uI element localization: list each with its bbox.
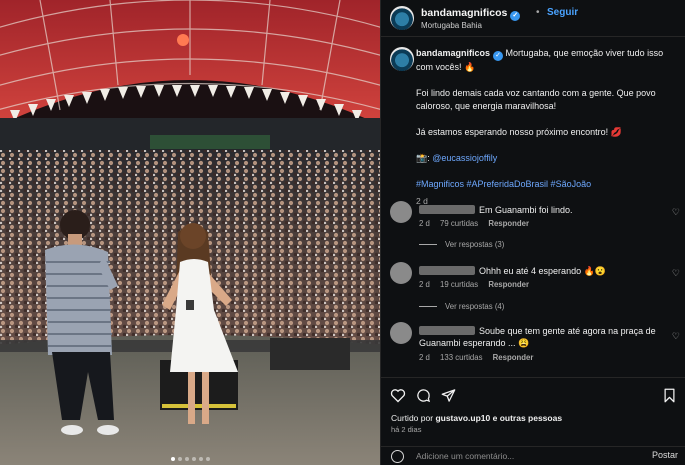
comment-time: 2 d (419, 353, 430, 362)
carousel-dot[interactable] (198, 457, 203, 461)
post-photo[interactable] (0, 0, 380, 465)
reply-button[interactable]: Responder (493, 353, 534, 362)
post-actions: Curtido por gustavo.up10 e outras pessoa… (381, 377, 685, 463)
commenter-username-redacted[interactable] (419, 326, 475, 335)
save-icon[interactable] (663, 388, 676, 403)
commenter-avatar[interactable] (390, 201, 412, 223)
post-timestamp: há 2 dias (391, 425, 422, 434)
carousel-dot[interactable] (205, 457, 210, 461)
account-username[interactable]: bandamagnificos ✓ (421, 7, 521, 21)
view-replies-button[interactable]: Ver respostas (3) (419, 240, 504, 249)
reply-button[interactable]: Responder (488, 219, 529, 228)
photo-credit-link[interactable]: @eucassiojoffily (432, 153, 497, 163)
heart-icon[interactable]: ♡ (672, 331, 680, 342)
carousel-dots (0, 457, 380, 461)
comment-text: Soube que tem gente até agora na praça d… (419, 325, 659, 349)
comment-meta: 2 d 79 curtidas Responder (419, 219, 537, 228)
carousel-dot-active[interactable] (170, 457, 175, 461)
share-icon[interactable] (441, 388, 456, 403)
caption-line-3: Já estamos esperando nosso próximo encon… (416, 127, 622, 137)
commenter-avatar[interactable] (390, 262, 412, 284)
commenter-username-redacted[interactable] (419, 205, 475, 214)
carousel-dot[interactable] (191, 457, 196, 461)
comment-likes[interactable]: 79 curtidas (440, 219, 478, 228)
carousel-dot[interactable] (177, 457, 182, 461)
post-caption: bandamagnificos ✓ Mortugaba, que emoção v… (416, 47, 678, 221)
comment-body: Em Guanambi foi lindo. (479, 205, 573, 215)
heart-icon[interactable] (390, 388, 406, 403)
comment-icon[interactable] (416, 388, 431, 403)
verified-badge-icon: ✓ (493, 51, 504, 61)
comment-meta: 2 d 19 curtidas Responder (419, 280, 537, 289)
emoji-icon[interactable] (391, 450, 404, 463)
concert-photo-illustration (0, 0, 380, 465)
camera-emoji: 📸: (416, 153, 430, 163)
comment-likes[interactable]: 19 curtidas (440, 280, 478, 289)
commenter-avatar[interactable] (390, 322, 412, 344)
comment-text: Ohhh eu até 4 esperando 🔥😮 (419, 265, 659, 277)
caption-avatar[interactable] (390, 47, 414, 71)
comment-time: 2 d (419, 280, 430, 289)
liked-by-text: Curtido por gustavo.up10 e outras pessoa… (391, 413, 562, 423)
heart-icon[interactable]: ♡ (672, 268, 680, 279)
liked-by-user[interactable]: gustavo.up10 (435, 413, 490, 423)
post-header: bandamagnificos ✓ • Seguir Mortugaba Bahi… (381, 0, 685, 37)
caption-line-2: Foi lindo demais cada voz cantando com a… (416, 88, 656, 111)
caption-hashtags[interactable]: #Magnificos #APreferidaDoBrasil #SãoJoão (416, 178, 678, 191)
caption-username[interactable]: bandamagnificos (416, 48, 490, 58)
heart-icon[interactable]: ♡ (672, 207, 680, 218)
post-details-panel: bandamagnificos ✓ • Seguir Mortugaba Bahi… (380, 0, 685, 465)
account-avatar[interactable] (390, 6, 414, 30)
view-replies-button[interactable]: Ver respostas (4) (419, 302, 504, 311)
carousel-dot[interactable] (184, 457, 189, 461)
verified-badge-icon: ✓ (510, 11, 521, 21)
comment-body: Ohhh eu até 4 esperando 🔥😮 (479, 266, 606, 276)
post-location[interactable]: Mortugaba Bahia (421, 21, 482, 30)
add-comment-bar: Postar (381, 446, 685, 465)
separator-dot: • (536, 7, 540, 18)
comment-input[interactable] (416, 449, 626, 463)
comment-text: Em Guanambi foi lindo. (419, 204, 659, 216)
comment-time: 2 d (419, 219, 430, 228)
comment-meta: 2 d 133 curtidas Responder (419, 353, 541, 362)
reply-button[interactable]: Responder (488, 280, 529, 289)
post-comment-button[interactable]: Postar (652, 450, 678, 460)
account-username-text[interactable]: bandamagnificos (421, 7, 507, 19)
liked-by-others[interactable]: e outras pessoas (493, 413, 562, 423)
follow-button[interactable]: Seguir (547, 7, 578, 18)
commenter-username-redacted[interactable] (419, 266, 475, 275)
liked-by-prefix: Curtido por (391, 413, 434, 423)
instagram-post: bandamagnificos ✓ • Seguir Mortugaba Bahi… (0, 0, 685, 465)
comment-likes[interactable]: 133 curtidas (440, 353, 482, 362)
